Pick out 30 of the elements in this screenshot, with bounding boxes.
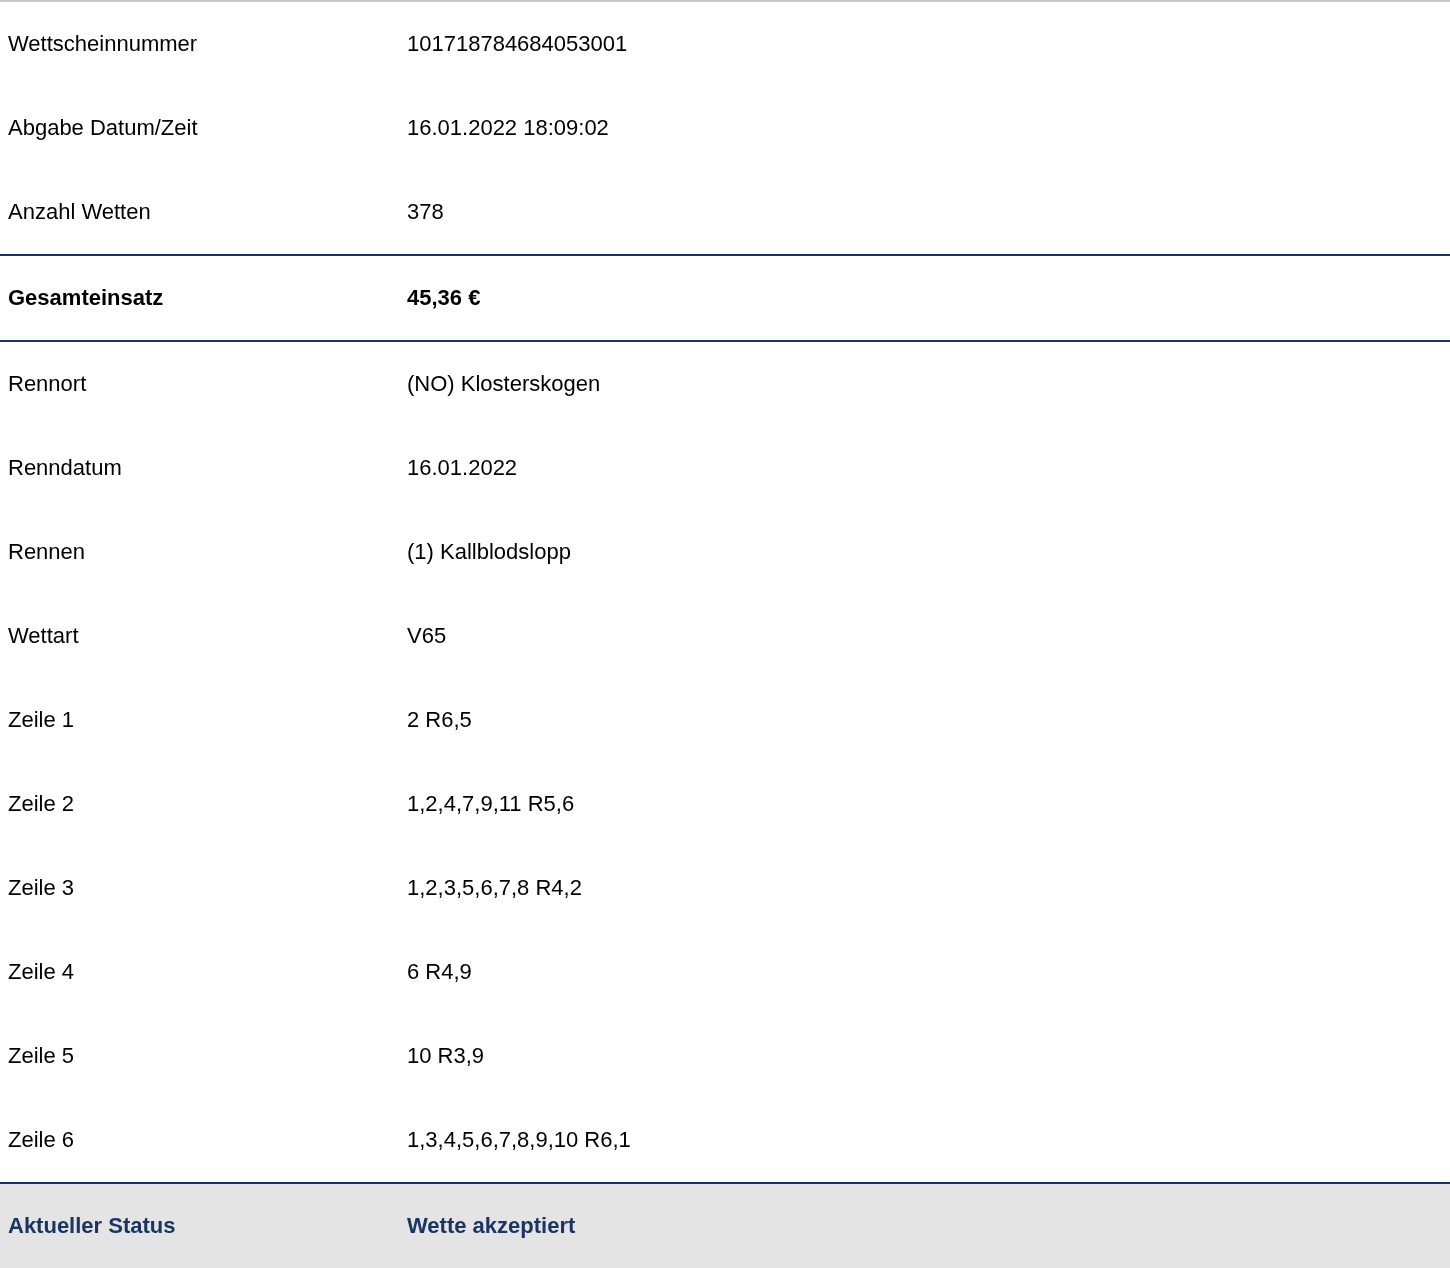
field-label: Gesamteinsatz [8,285,164,311]
field-label: Zeile 1 [8,707,75,733]
field-label: Zeile 5 [8,1043,75,1069]
field-label: Zeile 2 [8,791,75,817]
field-label: Abgabe Datum/Zeit [8,115,198,141]
field-label: Wettart [8,623,79,649]
field-label: Rennort [8,371,87,397]
field-value: 16.01.2022 [407,455,518,481]
field-value: 10 R3,9 [407,1043,485,1069]
field-value: 6 R4,9 [407,959,472,985]
field-value: 1,2,4,7,9,11 R5,6 [407,791,575,817]
field-label: Wettscheinnummer [8,31,198,57]
field-value: Wette akzeptiert [407,1213,576,1239]
field-label: Zeile 3 [8,875,75,901]
field-value: V65 [407,623,447,649]
field-value: 1,2,3,5,6,7,8 R4,2 [407,875,582,901]
field-label: Aktueller Status [8,1213,176,1239]
field-value: (NO) Klosterskogen [407,371,601,397]
field-label: Anzahl Wetten [8,199,151,225]
field-value: 16.01.2022 18:09:02 [407,115,609,141]
field-value: 378 [407,199,444,225]
field-value: 45,36 € [407,285,481,311]
field-value: 101718784684053001 [407,31,628,57]
field-value: 1,3,4,5,6,7,8,9,10 R6,1 [407,1127,631,1153]
field-label: Zeile 6 [8,1127,75,1153]
field-label: Rennen [8,539,86,565]
field-label: Zeile 4 [8,959,75,985]
field-value: 2 R6,5 [407,707,472,733]
field-label: Renndatum [8,455,122,481]
field-value: (1) Kallblodslopp [407,539,571,565]
